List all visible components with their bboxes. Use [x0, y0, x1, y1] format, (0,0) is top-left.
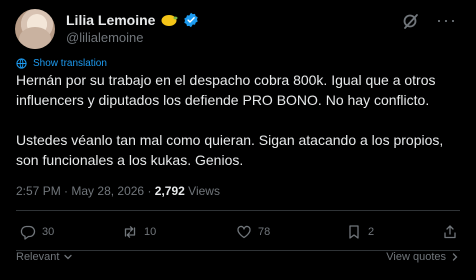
- replies-footer: Relevant View quotes: [16, 251, 460, 280]
- bookmark-button[interactable]: 2: [346, 224, 374, 240]
- grok-icon[interactable]: [402, 12, 420, 30]
- chevron-right-icon: [452, 253, 458, 261]
- share-icon: [444, 225, 456, 239]
- view-quotes-label: View quotes: [386, 251, 446, 263]
- tweet-date[interactable]: May 28, 2026: [71, 184, 144, 198]
- avatar[interactable]: [15, 9, 55, 49]
- show-translation-link[interactable]: Show translation: [16, 58, 107, 69]
- like-button[interactable]: 78: [236, 224, 270, 240]
- tweet-actions: 30 10 78 2: [16, 224, 460, 244]
- tweet-time[interactable]: 2:57 PM: [16, 184, 61, 198]
- author-name-row: Lilia Lemoine: [66, 12, 199, 28]
- reply-icon: [20, 225, 36, 240]
- repost-count: 10: [144, 226, 157, 238]
- like-count: 78: [258, 226, 271, 238]
- author-name[interactable]: Lilia Lemoine: [66, 12, 155, 28]
- show-translation-label: Show translation: [33, 58, 107, 69]
- repost-button[interactable]: 10: [122, 224, 156, 240]
- tweet-paragraph: Ustedes véanlo tan mal como quieran. Sig…: [16, 132, 444, 168]
- views-count: 2,792: [154, 184, 185, 198]
- sort-replies-label: Relevant: [16, 251, 60, 263]
- author-handle[interactable]: @lilialemoine: [66, 30, 144, 45]
- meta-separator: ·: [147, 184, 152, 198]
- view-quotes-link[interactable]: View quotes: [386, 251, 460, 263]
- tweet-meta: 2:57 PM · May 28, 2026 · 2,792 Views: [16, 184, 220, 198]
- more-options-icon[interactable]: ···: [436, 11, 457, 29]
- repost-icon: [124, 226, 136, 238]
- reply-count: 30: [42, 226, 55, 238]
- share-button[interactable]: [442, 224, 458, 240]
- tweet-paragraph: Hernán por su trabajo en el despacho cob…: [16, 72, 436, 108]
- heart-icon: [237, 225, 251, 239]
- globe-icon: [16, 58, 27, 69]
- chevron-down-icon: [64, 254, 73, 260]
- verified-badge-icon: [184, 12, 199, 28]
- tweet-text: Hernán por su trabajo en el despacho cob…: [16, 70, 468, 170]
- views-label: Views: [188, 184, 220, 198]
- reply-button[interactable]: 30: [20, 224, 54, 240]
- meta-separator: ·: [64, 184, 69, 198]
- divider: [16, 210, 460, 211]
- sort-replies-dropdown[interactable]: Relevant: [16, 251, 73, 263]
- bookmark-count: 2: [368, 226, 375, 238]
- lemon-icon: [161, 15, 178, 26]
- bookmark-icon: [349, 225, 359, 239]
